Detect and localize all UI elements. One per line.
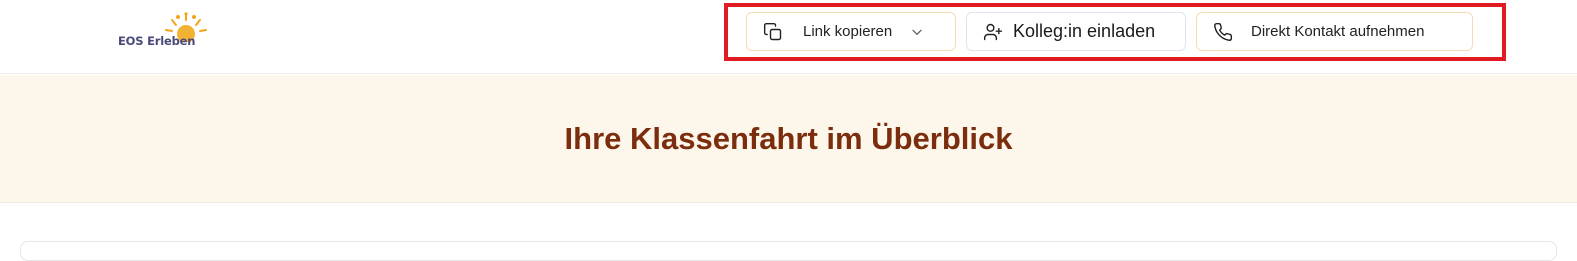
content-card (20, 241, 1557, 261)
user-plus-icon (983, 22, 1003, 42)
phone-icon (1213, 22, 1233, 42)
invite-colleague-label: Kolleg:in einladen (1013, 21, 1156, 41)
invite-colleague-button[interactable]: Kolleg:in einladen (966, 12, 1186, 51)
direct-contact-label: Direkt Kontakt aufnehmen (1251, 23, 1425, 40)
brand-logo[interactable]: EOS Erleben (114, 12, 214, 52)
hero-section: Ihre Klassenfahrt im Überblick (0, 75, 1577, 203)
page-title: Ihre Klassenfahrt im Überblick (564, 121, 1013, 156)
top-header: EOS Erleben Link kopieren Kolleg:in einl… (0, 0, 1577, 74)
brand-logo-text: EOS Erleben (118, 34, 196, 48)
chevron-down-icon[interactable] (910, 25, 924, 39)
copy-link-button[interactable]: Link kopieren (746, 12, 956, 51)
copy-link-label: Link kopieren (803, 23, 893, 40)
copy-icon (763, 22, 783, 42)
direct-contact-button[interactable]: Direkt Kontakt aufnehmen (1196, 12, 1473, 51)
